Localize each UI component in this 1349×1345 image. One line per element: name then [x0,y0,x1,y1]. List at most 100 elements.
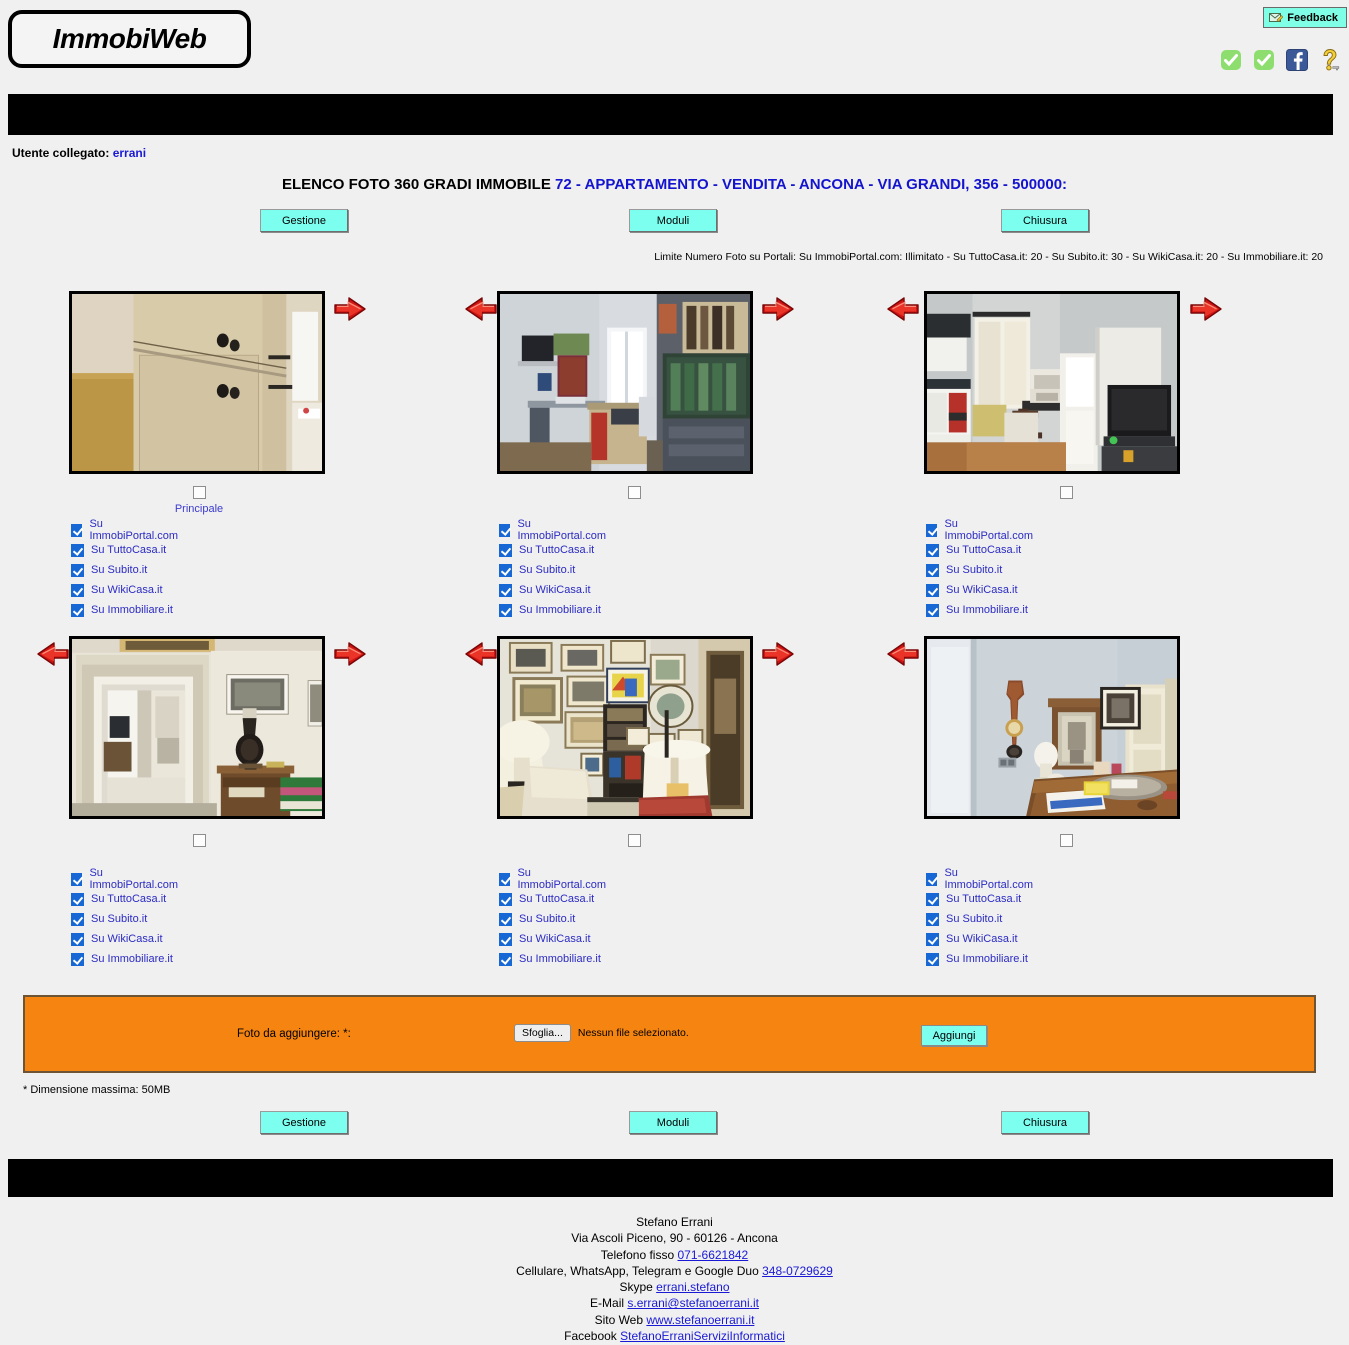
footer-facebook-link[interactable]: StefanoErraniServiziInformatici [620,1329,785,1343]
portal-checkbox-box[interactable] [926,912,939,926]
help-key-icon[interactable] [1319,48,1341,77]
portal-checkbox-row[interactable]: Su Immobiliare.it [71,949,180,969]
portal-checkbox-row[interactable]: Su ImmobiPortal.com [499,867,608,891]
portal-label[interactable]: Su ImmobiPortal.com [517,518,607,542]
portal-label[interactable]: Su Immobiliare.it [946,953,1028,965]
portal-label[interactable]: Su TuttoCasa.it [946,544,1021,556]
footer-email-link[interactable]: s.errani@stefanoerrani.it [627,1296,759,1310]
principale-checkbox-box[interactable] [193,834,206,848]
portal-checkbox-row[interactable]: Su WikiCasa.it [499,929,608,949]
green-check-icon-2[interactable] [1253,49,1275,76]
portal-label[interactable]: Su Subito.it [519,564,575,576]
principale-checkbox[interactable] [1060,832,1073,848]
portal-label[interactable]: Su TuttoCasa.it [91,893,166,905]
chiusura-button-bottom[interactable]: Chiusura [1001,1111,1089,1134]
portal-checkbox-row[interactable]: Su Subito.it [926,909,1035,929]
photo-thumbnail[interactable] [69,636,325,819]
portal-label[interactable]: Su WikiCasa.it [91,933,163,945]
portal-checkbox-row[interactable]: Su ImmobiPortal.com [71,867,180,891]
portal-checkbox-box[interactable] [926,543,939,557]
portal-label[interactable]: Su Subito.it [946,564,1002,576]
portal-checkbox-row[interactable]: Su Immobiliare.it [499,949,608,969]
portal-checkbox-row[interactable]: Su Immobiliare.it [926,600,1035,620]
principale-checkbox-box[interactable] [193,486,206,500]
principale-checkbox[interactable] [1060,484,1073,500]
portal-checkbox-box[interactable] [499,892,512,906]
portal-checkbox-row[interactable]: Su WikiCasa.it [71,929,180,949]
portal-checkbox-row[interactable]: Su Subito.it [71,909,180,929]
portal-checkbox-box[interactable] [926,563,939,577]
footer-mobile-link[interactable]: 348-0729629 [762,1264,833,1278]
portal-checkbox-row[interactable]: Su ImmobiPortal.com [926,518,1035,542]
portal-label[interactable]: Su WikiCasa.it [946,584,1018,596]
portal-label[interactable]: Su WikiCasa.it [519,584,591,596]
principale-checkbox[interactable] [628,484,641,500]
portal-checkbox-row[interactable]: Su WikiCasa.it [926,929,1035,949]
portal-checkbox-row[interactable]: Su TuttoCasa.it [926,889,1035,909]
photo-thumbnail[interactable] [497,291,753,474]
footer-phone-link[interactable]: 071-6621842 [678,1248,749,1262]
gestione-button-top[interactable]: Gestione [260,209,348,232]
move-photo-right-arrow-icon[interactable] [333,296,367,322]
principale-checkbox-box[interactable] [628,834,641,848]
portal-checkbox-box[interactable] [499,952,512,966]
portal-label[interactable]: Su ImmobiPortal.com [89,518,179,542]
portal-checkbox-row[interactable]: Su ImmobiPortal.com [926,867,1035,891]
portal-checkbox-box[interactable] [499,932,512,946]
portal-checkbox-box[interactable] [499,912,512,926]
portal-checkbox-row[interactable]: Su TuttoCasa.it [499,889,608,909]
portal-checkbox-box[interactable] [499,872,511,886]
principale-checkbox-box[interactable] [628,486,641,500]
portal-checkbox-row[interactable]: Su TuttoCasa.it [71,889,180,909]
portal-label[interactable]: Su ImmobiPortal.com [944,518,1034,542]
portal-checkbox-row[interactable]: Su ImmobiPortal.com [499,518,608,542]
portal-checkbox-box[interactable] [499,523,511,537]
portal-checkbox-box[interactable] [499,563,512,577]
portal-label[interactable]: Su Subito.it [946,913,1002,925]
portal-label[interactable]: Su TuttoCasa.it [91,544,166,556]
portal-checkbox-box[interactable] [499,543,512,557]
facebook-icon[interactable] [1286,49,1308,76]
portal-checkbox-row[interactable]: Su TuttoCasa.it [71,540,180,560]
portal-checkbox-box[interactable] [71,543,84,557]
principale-checkbox[interactable] [193,832,206,848]
portal-checkbox-row[interactable]: Su Subito.it [926,560,1035,580]
photo-thumbnail[interactable] [924,291,1180,474]
portal-label[interactable]: Su TuttoCasa.it [519,893,594,905]
gestione-button-bottom[interactable]: Gestione [260,1111,348,1134]
portal-checkbox-row[interactable]: Su ImmobiPortal.com [71,518,180,542]
footer-skype-link[interactable]: errani.stefano [656,1280,729,1294]
portal-label[interactable]: Su TuttoCasa.it [519,544,594,556]
portal-checkbox-box[interactable] [499,583,512,597]
portal-label[interactable]: Su Subito.it [519,913,575,925]
portal-checkbox-row[interactable]: Su WikiCasa.it [926,580,1035,600]
portal-checkbox-box[interactable] [926,523,938,537]
portal-checkbox-box[interactable] [71,912,84,926]
feedback-button[interactable]: Feedback [1263,7,1347,28]
move-photo-right-arrow-icon[interactable] [1189,296,1223,322]
portal-label[interactable]: Su WikiCasa.it [946,933,1018,945]
aggiungi-button[interactable]: Aggiungi [921,1025,987,1046]
portal-checkbox-box[interactable] [71,563,84,577]
portal-checkbox-box[interactable] [926,603,939,617]
portal-checkbox-box[interactable] [71,603,84,617]
portal-label[interactable]: Su ImmobiPortal.com [517,867,607,891]
portal-checkbox-row[interactable]: Su Subito.it [499,560,608,580]
portal-checkbox-row[interactable]: Su Subito.it [499,909,608,929]
portal-checkbox-box[interactable] [71,872,83,886]
chiusura-button-top[interactable]: Chiusura [1001,209,1089,232]
move-photo-left-arrow-icon[interactable] [886,296,920,322]
moduli-button-top[interactable]: Moduli [629,209,717,232]
portal-checkbox-box[interactable] [926,872,938,886]
portal-label[interactable]: Su Subito.it [91,913,147,925]
portal-checkbox-box[interactable] [71,932,84,946]
portal-label[interactable]: Su Subito.it [91,564,147,576]
portal-checkbox-box[interactable] [926,932,939,946]
move-photo-right-arrow-icon[interactable] [333,641,367,667]
portal-label[interactable]: Su WikiCasa.it [519,933,591,945]
moduli-button-bottom[interactable]: Moduli [629,1111,717,1134]
portal-checkbox-row[interactable]: Su Subito.it [71,560,180,580]
portal-label[interactable]: Su Immobiliare.it [91,953,173,965]
portal-label[interactable]: Su WikiCasa.it [91,584,163,596]
portal-checkbox-row[interactable]: Su TuttoCasa.it [926,540,1035,560]
